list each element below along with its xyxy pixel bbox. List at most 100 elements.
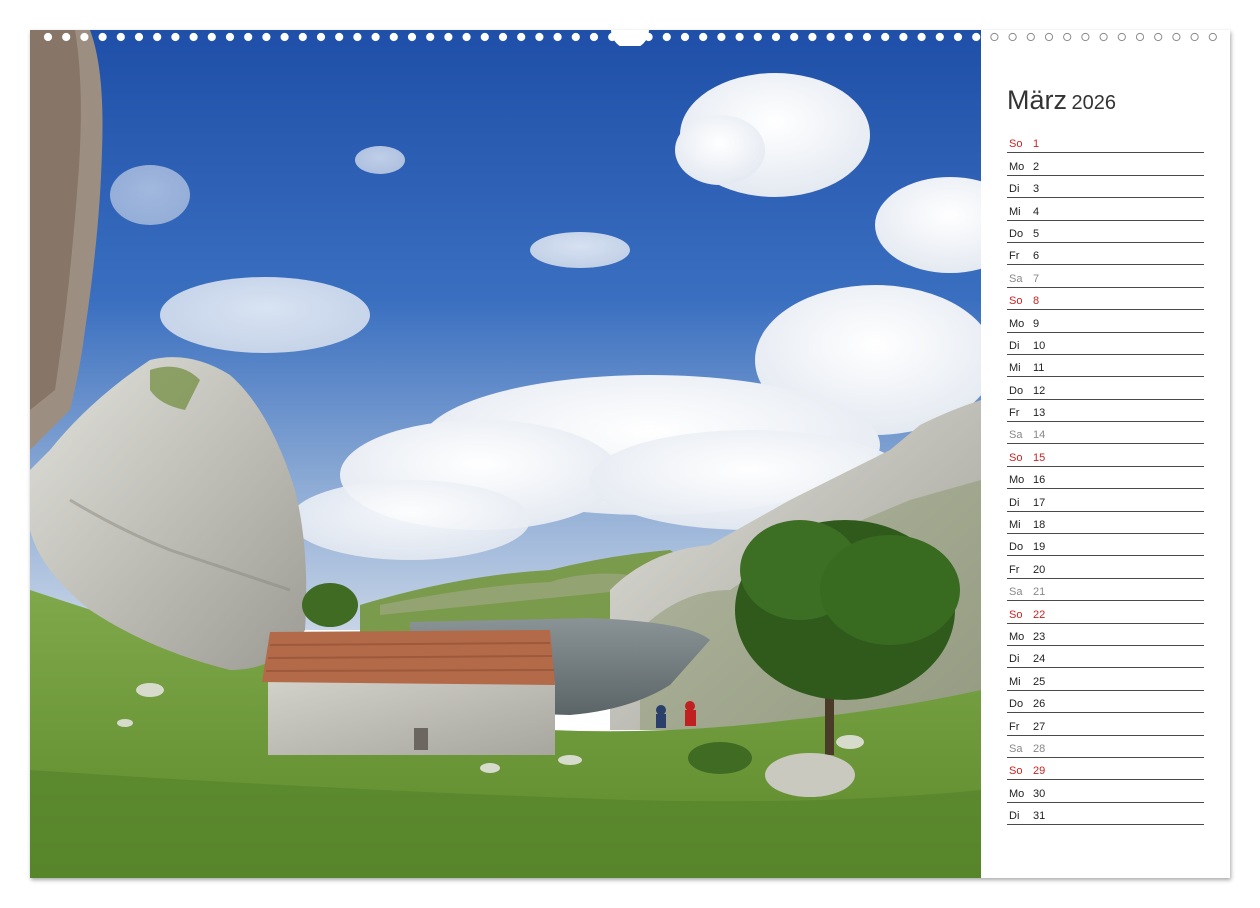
day-row: Mo 16 xyxy=(1007,467,1204,490)
day-number: 10 xyxy=(1033,339,1046,352)
day-row: So 1 xyxy=(1007,131,1204,154)
weekday-label: So xyxy=(1009,608,1023,621)
day-number: 26 xyxy=(1033,698,1046,711)
weekday-label: Sa xyxy=(1009,586,1023,599)
day-row: Do 26 xyxy=(1007,691,1204,714)
day-row: Di 17 xyxy=(1007,489,1204,512)
day-number: 7 xyxy=(1033,272,1040,285)
month-year: 2026 xyxy=(1071,92,1116,114)
weekday-label: Mi xyxy=(1009,675,1021,688)
day-number: 9 xyxy=(1033,317,1040,330)
day-number: 6 xyxy=(1033,250,1040,263)
day-number: 22 xyxy=(1033,608,1046,621)
day-row: Mi 4 xyxy=(1007,198,1204,221)
weekday-label: Do xyxy=(1009,541,1024,554)
weekday-label: So xyxy=(1009,451,1023,464)
stone-hut xyxy=(262,630,555,755)
day-row: So 15 xyxy=(1007,444,1204,467)
day-row: Do 5 xyxy=(1007,221,1204,243)
person xyxy=(685,701,695,711)
day-number: 13 xyxy=(1033,407,1046,420)
weekday-label: Fr xyxy=(1009,563,1020,576)
weekday-label: Sa xyxy=(1009,429,1023,442)
day-row: Do 12 xyxy=(1007,377,1204,400)
day-number: 14 xyxy=(1033,429,1046,442)
weekday-label: Mo xyxy=(1009,160,1025,173)
weekday-label: Mo xyxy=(1009,474,1025,487)
weekday-label: Sa xyxy=(1009,272,1023,285)
day-row: Mo 2 xyxy=(1007,153,1204,176)
day-row: So 22 xyxy=(1007,601,1204,624)
day-number: 4 xyxy=(1033,205,1040,218)
day-number: 28 xyxy=(1033,742,1046,755)
weekday-label: Mi xyxy=(1009,519,1021,532)
weekday-label: Do xyxy=(1009,698,1024,711)
day-row: Sa 21 xyxy=(1007,579,1204,602)
boulder xyxy=(765,753,855,797)
weekday-label: Di xyxy=(1009,183,1020,196)
weekday-label: Mo xyxy=(1009,317,1025,330)
weekday-label: Mo xyxy=(1009,630,1025,643)
weekday-label: So xyxy=(1009,765,1023,778)
day-number: 17 xyxy=(1033,496,1046,509)
day-row: Di 10 xyxy=(1007,333,1204,355)
day-number: 25 xyxy=(1033,675,1046,688)
weekday-label: Di xyxy=(1009,496,1020,509)
weekday-label: So xyxy=(1009,138,1023,151)
day-row: Mo 30 xyxy=(1007,780,1204,803)
weekday-label: Mi xyxy=(1009,362,1021,375)
weekday-label: Di xyxy=(1009,810,1020,823)
weekday-label: Sa xyxy=(1009,742,1023,755)
month-name: März xyxy=(1007,85,1067,115)
weekday-label: Do xyxy=(1009,384,1024,397)
day-number: 11 xyxy=(1033,362,1045,375)
day-row: Sa 28 xyxy=(1007,736,1204,758)
weekday-label: Di xyxy=(1009,653,1020,666)
day-row: Do 19 xyxy=(1007,534,1204,557)
day-number: 21 xyxy=(1033,586,1046,599)
day-number: 29 xyxy=(1033,765,1046,778)
day-number: 30 xyxy=(1033,787,1046,800)
person xyxy=(656,705,666,715)
day-number: 12 xyxy=(1033,384,1046,397)
calendar-panel: März 2026 So 1 Mo 2 Di 3 Mi 4 Do 5 Fr 6 Sa 7 So 8 Mo 9 Di 1… xyxy=(981,30,1230,878)
day-row: Mi 18 xyxy=(1007,512,1204,535)
day-row: Fr 6 xyxy=(1007,243,1204,266)
weekday-label: Mo xyxy=(1009,787,1025,800)
weekday-label: Fr xyxy=(1009,720,1020,733)
day-number: 16 xyxy=(1033,474,1046,487)
calendar-page: März 2026 So 1 Mo 2 Di 3 Mi 4 Do 5 Fr 6 Sa 7 So 8 Mo 9 Di 1… xyxy=(30,30,1230,878)
day-list: So 1 Mo 2 Di 3 Mi 4 Do 5 Fr 6 Sa 7 So 8 Mo 9 Di 10 Mi 11 Do 12 F… xyxy=(1007,131,1204,826)
weekday-label: Fr xyxy=(1009,407,1020,420)
month-title: März 2026 xyxy=(1007,85,1116,116)
day-number: 23 xyxy=(1033,630,1046,643)
weekday-label: Di xyxy=(1009,339,1020,352)
day-number: 1 xyxy=(1033,138,1040,151)
day-number: 27 xyxy=(1033,720,1046,733)
day-row: Di 3 xyxy=(1007,176,1204,199)
day-number: 2 xyxy=(1033,160,1040,173)
day-number: 19 xyxy=(1033,541,1046,554)
day-row: Sa 14 xyxy=(1007,422,1204,445)
day-row: Fr 27 xyxy=(1007,713,1204,736)
day-number: 5 xyxy=(1033,227,1040,240)
weekday-label: Mi xyxy=(1009,205,1021,218)
day-number: 31 xyxy=(1033,810,1046,823)
day-number: 20 xyxy=(1033,563,1046,576)
day-row: Sa 7 xyxy=(1007,265,1204,288)
day-number: 15 xyxy=(1033,451,1046,464)
day-number: 24 xyxy=(1033,653,1046,666)
landscape-photo xyxy=(30,30,981,878)
day-row: Mo 23 xyxy=(1007,624,1204,646)
weekday-label: Do xyxy=(1009,227,1024,240)
day-row: Fr 13 xyxy=(1007,400,1204,423)
day-row: Mo 9 xyxy=(1007,310,1204,333)
day-row: Di 24 xyxy=(1007,646,1204,669)
day-number: 18 xyxy=(1033,519,1046,532)
day-number: 3 xyxy=(1033,183,1040,196)
day-row: So 29 xyxy=(1007,758,1204,781)
day-row: So 8 xyxy=(1007,288,1204,311)
day-row: Di 31 xyxy=(1007,803,1204,826)
day-row: Mi 11 xyxy=(1007,355,1204,378)
weekday-label: Fr xyxy=(1009,250,1020,263)
